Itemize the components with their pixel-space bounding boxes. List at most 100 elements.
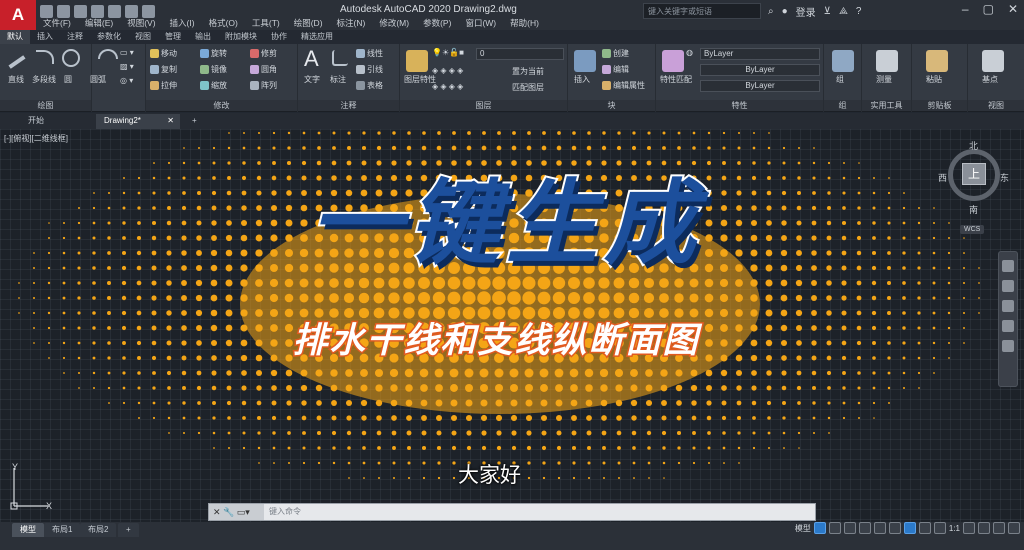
lineweight-dropdown[interactable]: ByLayer [700, 80, 820, 92]
ortho-icon[interactable] [843, 522, 856, 534]
base-view-icon[interactable] [982, 50, 1004, 72]
orbit-icon[interactable] [1002, 320, 1014, 332]
exchange-icon[interactable]: ⟁ [839, 6, 848, 17]
customize-icon[interactable] [1008, 522, 1020, 534]
add-tab-button[interactable]: + [184, 114, 205, 129]
match-layer-button[interactable]: 匹配图层 [512, 82, 544, 93]
drawing-viewport[interactable]: [-][俯视][二维线框] 一键生成 排水干线和支线纵断面图 大家好 上 北 南… [0, 129, 1024, 524]
dimension-icon[interactable] [332, 50, 348, 66]
ellipse-icon[interactable]: ◎ ▾ [120, 76, 133, 85]
close-tab-icon[interactable]: ✕ [167, 114, 174, 128]
polar-icon[interactable] [858, 522, 871, 534]
compass-west[interactable]: 西 [938, 171, 947, 184]
stretch-button[interactable]: 拉伸 [150, 80, 177, 91]
rectangle-icon[interactable]: ▭ ▾ [120, 48, 134, 57]
user-icon[interactable]: ● [782, 6, 788, 17]
help-icon[interactable]: ? [856, 6, 862, 17]
mirror-button[interactable]: 镜像 [200, 64, 227, 75]
steering-wheel-icon[interactable] [1002, 260, 1014, 272]
scale-button[interactable]: 缩放 [200, 80, 227, 91]
isodraft-icon[interactable] [873, 522, 886, 534]
menu-item[interactable]: 插入(I) [163, 17, 202, 29]
circle-icon[interactable] [62, 49, 80, 67]
menu-item[interactable]: 编辑(E) [78, 17, 120, 29]
grid-icon[interactable] [813, 522, 826, 534]
match-properties-button[interactable]: 特性匹配 [660, 74, 692, 85]
measure-icon[interactable] [876, 50, 898, 72]
edit-block-button[interactable]: 编辑 [602, 64, 629, 75]
paste-button[interactable]: 粘贴 [926, 74, 942, 85]
polyline-icon[interactable] [36, 50, 54, 64]
compass-north[interactable]: 北 [969, 139, 978, 152]
fullscreen-icon[interactable] [993, 522, 1005, 534]
menu-item[interactable]: 标注(N) [330, 17, 373, 29]
text-icon[interactable]: A [304, 46, 319, 72]
wcs-menu[interactable]: WCS [960, 225, 985, 234]
compass-east[interactable]: 东 [1000, 171, 1009, 184]
insert-block-icon[interactable] [574, 50, 596, 72]
layout-tab-model[interactable]: 模型 [12, 523, 44, 537]
viewcube-top-face[interactable]: 上 [962, 163, 986, 185]
plus-icon[interactable] [978, 522, 990, 534]
layer-tools-row2[interactable]: ◈ ◈ ◈ ◈ [432, 82, 463, 91]
move-button[interactable]: 移动 [150, 48, 177, 59]
object-snap-icon[interactable] [903, 522, 916, 534]
maximize-icon[interactable]: ▢ [983, 2, 994, 16]
binoculars-icon[interactable]: ⌕ [768, 6, 774, 17]
lineweight-icon[interactable] [918, 522, 931, 534]
arc-icon[interactable] [98, 49, 118, 59]
tab-annotate[interactable]: 注释 [60, 30, 90, 44]
snap-icon[interactable] [828, 522, 841, 534]
layer-properties-icon[interactable] [406, 50, 428, 72]
linear-button[interactable]: 线性 [356, 48, 383, 59]
viewcube[interactable]: 上 北 南 西 东 [938, 139, 1010, 219]
fillet-button[interactable]: 圆角 [250, 64, 277, 75]
dimension-button[interactable]: 标注 [330, 74, 346, 85]
line-icon[interactable] [8, 55, 26, 69]
tab-parametric[interactable]: 参数化 [90, 30, 128, 44]
color-wheel-icon[interactable]: ◍ [686, 48, 693, 57]
leader-button[interactable]: 引线 [356, 64, 383, 75]
layout-tab-layout2[interactable]: 布局2 [80, 523, 117, 537]
set-current-button[interactable]: 置为当前 [512, 66, 544, 77]
menu-item[interactable]: 工具(T) [245, 17, 287, 29]
menu-item[interactable]: 格式(O) [202, 17, 245, 29]
menu-item[interactable]: 帮助(H) [503, 17, 546, 29]
cart-icon[interactable]: ⊻ [824, 6, 831, 17]
tab-featured-apps[interactable]: 精选应用 [294, 30, 340, 44]
layout-tab-layout1[interactable]: 布局1 [44, 523, 81, 537]
base-view-button[interactable]: 基点 [982, 74, 998, 85]
annotation-scale-value[interactable]: 1:1 [949, 524, 960, 533]
model-space-toggle[interactable]: 模型 [795, 523, 811, 534]
annotation-scale-icon[interactable] [933, 522, 946, 534]
text-button[interactable]: 文字 [304, 74, 320, 85]
compass-south[interactable]: 南 [969, 203, 978, 216]
search-input[interactable]: 键入关键字或短语 [643, 3, 761, 19]
gear-icon[interactable] [963, 522, 975, 534]
start-tab[interactable]: 开始 [20, 114, 52, 129]
application-menu-button[interactable]: A [0, 0, 36, 30]
menu-item[interactable]: 绘图(D) [287, 17, 330, 29]
insert-block-button[interactable]: 插入 [574, 74, 590, 85]
close-icon[interactable]: ✕ [1008, 2, 1018, 16]
measure-button[interactable]: 测量 [876, 74, 892, 85]
polyline-button[interactable]: 多段线 [32, 74, 56, 85]
tab-output[interactable]: 输出 [188, 30, 218, 44]
command-line[interactable]: ✕ 🔧 ▭▾ 键入命令 [208, 503, 816, 521]
array-button[interactable]: 阵列 [250, 80, 277, 91]
circle-button[interactable]: 圆 [64, 74, 72, 85]
paste-icon[interactable] [926, 50, 948, 72]
line-button[interactable]: 直线 [8, 74, 24, 85]
menu-item[interactable]: 文件(F) [36, 17, 78, 29]
match-properties-icon[interactable] [662, 50, 684, 72]
group-icon[interactable] [832, 50, 854, 72]
command-input[interactable]: 键入命令 [269, 506, 301, 517]
object-snap-tracking-icon[interactable] [888, 522, 901, 534]
login-link[interactable]: 登录 [796, 4, 816, 19]
edit-attributes-button[interactable]: 编辑属性 [602, 80, 645, 91]
showmotion-icon[interactable] [1002, 340, 1014, 352]
create-block-button[interactable]: 创建 [602, 48, 629, 59]
menu-item[interactable]: 参数(P) [416, 17, 458, 29]
tab-addins[interactable]: 附加模块 [218, 30, 264, 44]
rotate-button[interactable]: 旋转 [200, 48, 227, 59]
